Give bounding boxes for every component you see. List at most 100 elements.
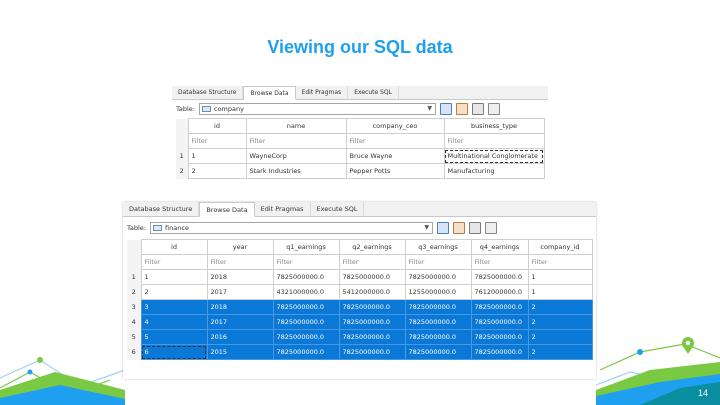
tab-browse-data[interactable]: Browse Data [243,86,296,100]
clear-filters-icon[interactable] [456,103,468,115]
cell-business-type[interactable]: Multinational Conglomerate [443,148,545,164]
tab-edit-pragmas[interactable]: Edit Pragmas [255,202,311,216]
row-number[interactable]: 1 [127,269,141,285]
cell-id[interactable]: 2 [140,284,208,300]
cell-business-type[interactable]: Manufacturing [443,163,545,179]
cell-q1-earnings[interactable]: 4321000000.0 [272,284,340,300]
column-header-company-id[interactable]: company_id [527,239,593,255]
cell-id[interactable]: 3 [140,299,208,315]
cell-q3-earnings[interactable]: 7825000000.0 [404,269,472,285]
table-select[interactable]: finance ▼ [150,222,433,234]
column-header-id[interactable]: id [187,118,247,134]
cell-q2-earnings[interactable]: 7825000000.0 [338,314,406,330]
cell-q2-earnings[interactable]: 7825000000.0 [338,269,406,285]
table-row[interactable]: 6 6 2015 7825000000.0 7825000000.0 7825000000… [127,344,593,360]
cell-company-id[interactable]: 2 [527,299,593,315]
cell-q1-earnings[interactable]: 7825000000.0 [272,329,340,345]
column-header-q2-earnings[interactable]: q2_earnings [338,239,406,255]
filter-input[interactable]: Filter [206,254,274,270]
tab-execute-sql[interactable]: Execute SQL [348,86,399,99]
tab-database-structure[interactable]: Database Structure [123,202,200,216]
cell-company-id[interactable]: 1 [527,269,593,285]
table-select[interactable]: company ▼ [199,103,436,115]
table-row[interactable]: 4 4 2017 7825000000.0 7825000000.0 7825000000… [127,314,593,330]
cell-q2-earnings[interactable]: 7825000000.0 [338,344,406,360]
table-row[interactable]: 3 3 2018 7825000000.0 7825000000.0 7825000000… [127,299,593,315]
cell-company-ceo[interactable]: Bruce Wayne [345,148,445,164]
delete-record-icon[interactable] [488,103,500,115]
column-header-q1-earnings[interactable]: q1_earnings [272,239,340,255]
cell-q2-earnings[interactable]: 7825000000.0 [338,329,406,345]
table-row[interactable]: 2 2 2017 4321000000.0 5412000000.0 1255000000… [127,284,593,300]
cell-id[interactable]: 5 [140,329,208,345]
cell-q3-earnings[interactable]: 7825000000.0 [404,299,472,315]
cell-q4-earnings[interactable]: 7825000000.0 [470,329,529,345]
row-number[interactable]: 2 [176,163,188,179]
refresh-icon[interactable] [437,222,449,234]
cell-id[interactable]: 6 [140,344,208,360]
column-header-q3-earnings[interactable]: q3_earnings [404,239,472,255]
cell-q1-earnings[interactable]: 7825000000.0 [272,314,340,330]
cell-company-id[interactable]: 2 [527,314,593,330]
cell-year[interactable]: 2017 [206,314,274,330]
cell-name[interactable]: WayneCorp [245,148,347,164]
cell-q2-earnings[interactable]: 7825000000.0 [338,299,406,315]
row-number[interactable]: 5 [127,329,141,345]
tab-execute-sql[interactable]: Execute SQL [311,202,365,216]
cell-year[interactable]: 2015 [206,344,274,360]
row-number[interactable]: 4 [127,314,141,330]
row-number[interactable]: 6 [127,344,141,360]
cell-q3-earnings[interactable]: 7825000000.0 [404,329,472,345]
cell-year[interactable]: 2016 [206,329,274,345]
cell-q2-earnings[interactable]: 5412000000.0 [338,284,406,300]
clear-filters-icon[interactable] [453,222,465,234]
cell-q4-earnings[interactable]: 7825000000.0 [470,299,529,315]
refresh-icon[interactable] [440,103,452,115]
filter-input[interactable]: Filter [527,254,593,270]
table-row[interactable]: 2 2 Stark Industries Pepper Potts Manufa… [176,163,545,179]
row-number[interactable]: 1 [176,148,188,164]
column-header-year[interactable]: year [206,239,274,255]
column-header-q4-earnings[interactable]: q4_earnings [470,239,529,255]
cell-q1-earnings[interactable]: 7825000000.0 [272,269,340,285]
cell-company-id[interactable]: 2 [527,344,593,360]
cell-company-ceo[interactable]: Pepper Potts [345,163,445,179]
cell-q1-earnings[interactable]: 7825000000.0 [272,344,340,360]
cell-company-id[interactable]: 2 [527,329,593,345]
cell-q1-earnings[interactable]: 7825000000.0 [272,299,340,315]
filter-input[interactable]: Filter [470,254,529,270]
delete-record-icon[interactable] [485,222,497,234]
row-number[interactable]: 3 [127,299,141,315]
table-row[interactable]: 1 1 WayneCorp Bruce Wayne Multinational … [176,148,545,164]
cell-q4-earnings[interactable]: 7612000000.0 [470,284,529,300]
column-header-id[interactable]: id [140,239,208,255]
cell-year[interactable]: 2017 [206,284,274,300]
new-record-icon[interactable] [472,103,484,115]
tab-edit-pragmas[interactable]: Edit Pragmas [296,86,349,99]
cell-q3-earnings[interactable]: 1255000000.0 [404,284,472,300]
filter-input[interactable]: Filter [187,133,247,149]
filter-input[interactable]: Filter [272,254,340,270]
row-number[interactable]: 2 [127,284,141,300]
filter-input[interactable]: Filter [245,133,347,149]
cell-q4-earnings[interactable]: 7825000000.0 [470,269,529,285]
filter-input[interactable]: Filter [338,254,406,270]
cell-q4-earnings[interactable]: 7825000000.0 [470,314,529,330]
table-row[interactable]: 5 5 2016 7825000000.0 7825000000.0 7825000000… [127,329,593,345]
cell-year[interactable]: 2018 [206,269,274,285]
filter-input[interactable]: Filter [404,254,472,270]
cell-year[interactable]: 2018 [206,299,274,315]
cell-id[interactable]: 1 [187,148,247,164]
tab-browse-data[interactable]: Browse Data [199,202,255,217]
cell-id[interactable]: 2 [187,163,247,179]
cell-id[interactable]: 4 [140,314,208,330]
cell-id[interactable]: 1 [140,269,208,285]
cell-q3-earnings[interactable]: 7825000000.0 [404,314,472,330]
cell-q3-earnings[interactable]: 7825000000.0 [404,344,472,360]
column-header-business-type[interactable]: business_type [443,118,545,134]
column-header-name[interactable]: name [245,118,347,134]
new-record-icon[interactable] [469,222,481,234]
cell-q4-earnings[interactable]: 7825000000.0 [470,344,529,360]
cell-name[interactable]: Stark Industries [245,163,347,179]
filter-input[interactable]: Filter [140,254,208,270]
